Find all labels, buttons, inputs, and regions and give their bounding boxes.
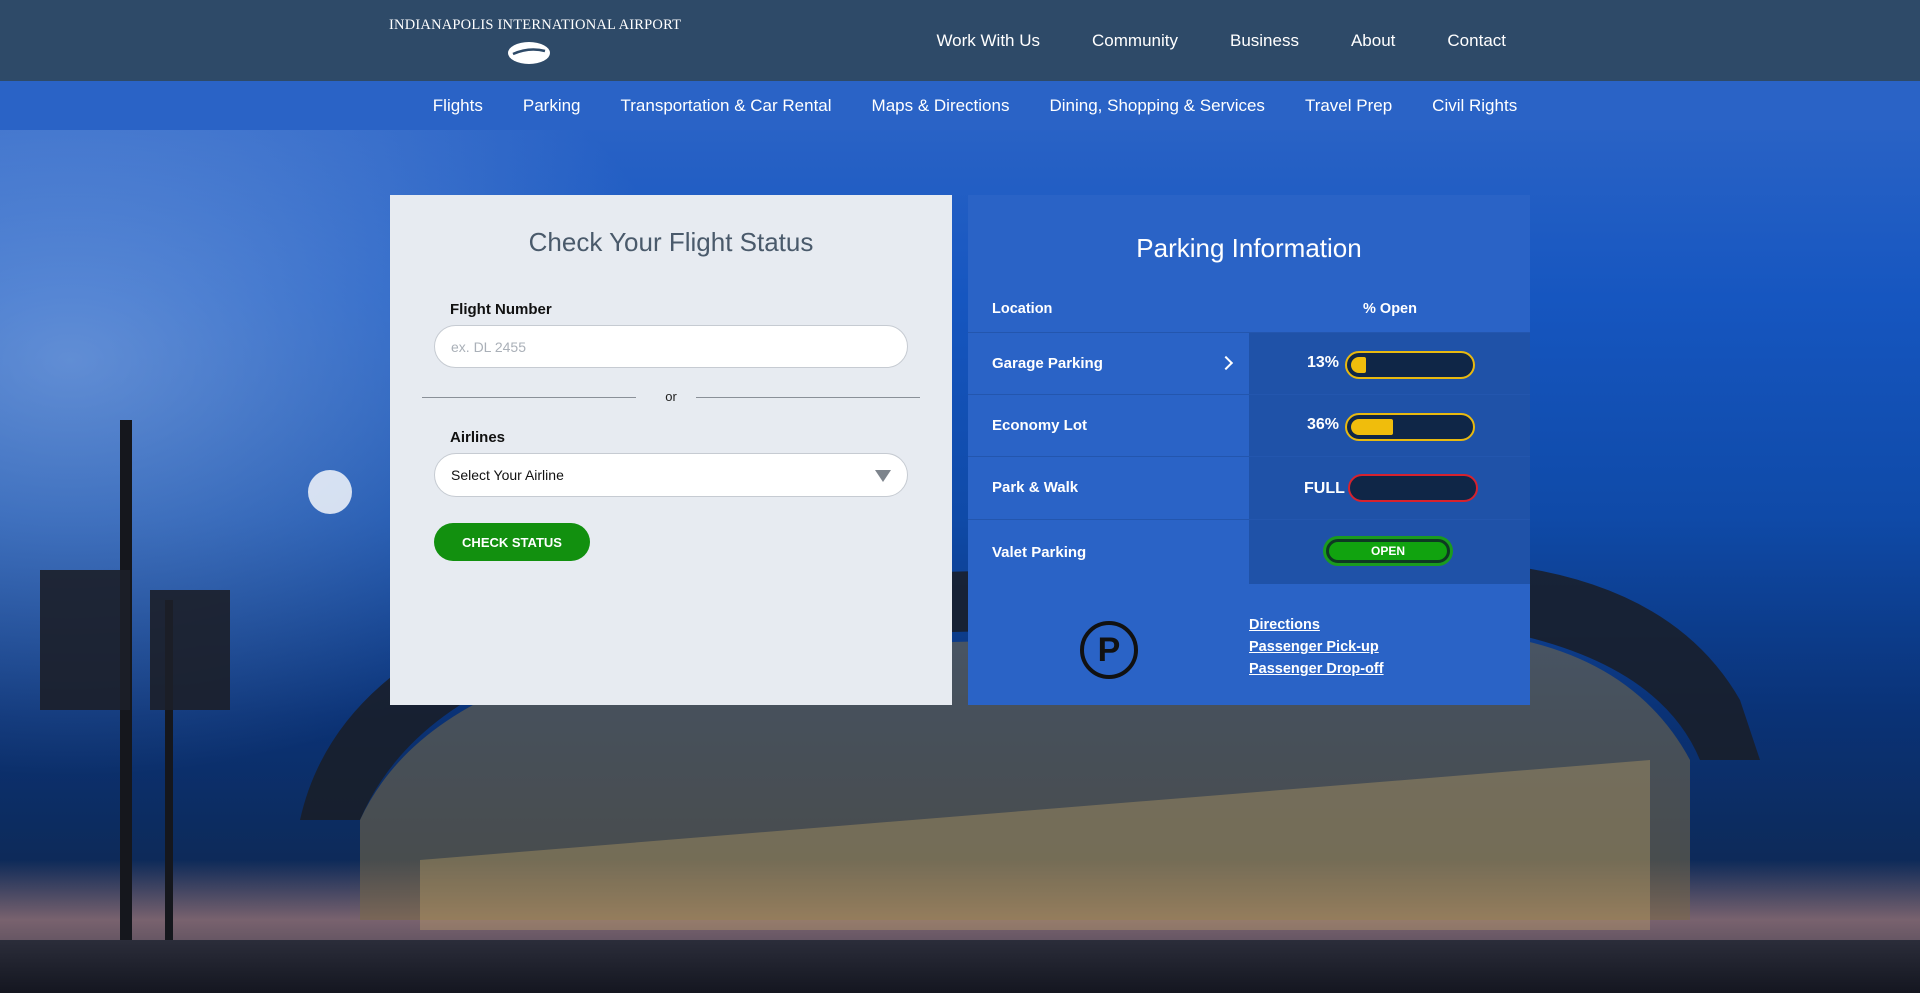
chevron-right-icon	[1218, 355, 1234, 371]
parking-location-name: Park & Walk	[992, 479, 1079, 496]
parking-status-cell: OPEN	[1249, 520, 1530, 584]
caret-down-icon	[875, 470, 891, 482]
parking-location-name: Economy Lot	[992, 417, 1088, 434]
parking-row-valet[interactable]: Valet Parking OPEN	[968, 519, 1530, 584]
airplane-ellipse-icon	[508, 42, 550, 64]
flight-status-panel: Check Your Flight Status Flight Number o…	[390, 195, 952, 705]
nav-dining-shopping[interactable]: Dining, Shopping & Services	[1049, 96, 1264, 116]
open-status-text: OPEN	[1329, 542, 1447, 560]
nav-civil-rights[interactable]: Civil Rights	[1432, 96, 1517, 116]
hero-background	[0, 0, 1920, 993]
parking-status-cell: 36%	[1249, 395, 1530, 456]
nav-flights[interactable]: Flights	[433, 96, 483, 116]
or-divider-right	[696, 397, 920, 398]
parking-row-park-walk[interactable]: Park & Walk FULL	[968, 456, 1530, 519]
airport-logo[interactable]: INDIANAPOLIS INTERNATIONAL AIRPORT	[389, 17, 682, 67]
nav-parking[interactable]: Parking	[523, 96, 581, 116]
main-nav: Flights Parking Transportation & Car Ren…	[0, 81, 1920, 130]
parking-row-economy[interactable]: Economy Lot 36%	[968, 394, 1530, 456]
parking-percent: 13%	[1307, 354, 1340, 371]
nav-maps-directions[interactable]: Maps & Directions	[872, 96, 1010, 116]
nav-transportation[interactable]: Transportation & Car Rental	[621, 96, 832, 116]
parking-percent: 36%	[1307, 416, 1340, 433]
airline-selected-value: Select Your Airline	[451, 467, 564, 483]
nav-about[interactable]: About	[1351, 31, 1395, 51]
open-status-pill: OPEN	[1323, 536, 1453, 566]
nav-travel-prep[interactable]: Travel Prep	[1305, 96, 1392, 116]
passenger-pickup-link[interactable]: Passenger Pick-up	[1249, 639, 1384, 655]
parking-location-name: Valet Parking	[992, 544, 1087, 561]
capacity-fill	[1351, 357, 1366, 373]
parking-circle-icon: P	[1080, 621, 1138, 679]
parking-links: Directions Passenger Pick-up Passenger D…	[1249, 617, 1384, 683]
parking-full-text: FULL	[1304, 480, 1345, 497]
nav-community[interactable]: Community	[1092, 31, 1178, 51]
parking-status-cell: 13%	[1249, 333, 1530, 394]
parking-title: Parking Information	[1136, 233, 1362, 263]
parking-status-cell: FULL	[1249, 457, 1530, 519]
flight-number-input[interactable]	[434, 325, 908, 368]
site-header: INDIANAPOLIS INTERNATIONAL AIRPORT Work …	[0, 0, 1920, 81]
flight-status-title: Check Your Flight Status	[528, 227, 814, 257]
airlines-label: Airlines	[450, 429, 506, 446]
capacity-bar	[1345, 351, 1475, 379]
nav-business[interactable]: Business	[1230, 31, 1299, 51]
capacity-bar-full	[1348, 474, 1478, 502]
logo-text: INDIANAPOLIS INTERNATIONAL AIRPORT	[389, 17, 682, 33]
airline-select[interactable]: Select Your Airline	[434, 453, 908, 497]
column-header-open: % Open	[1363, 301, 1417, 317]
column-header-location: Location	[992, 301, 1053, 317]
parking-location-name: Garage Parking	[992, 355, 1103, 372]
utility-nav: Work With Us Community Business About Co…	[884, 0, 1506, 81]
capacity-bar	[1345, 413, 1475, 441]
directions-link[interactable]: Directions	[1249, 617, 1384, 633]
terminal-silhouette	[40, 420, 1760, 940]
flight-number-label: Flight Number	[450, 301, 552, 318]
passenger-dropoff-link[interactable]: Passenger Drop-off	[1249, 661, 1384, 677]
nav-work-with-us[interactable]: Work With Us	[936, 31, 1040, 51]
parking-row-garage[interactable]: Garage Parking 13%	[968, 332, 1530, 394]
nav-contact[interactable]: Contact	[1447, 31, 1506, 51]
parking-info-panel: Parking Information Location % Open Gara…	[968, 195, 1530, 705]
check-status-button[interactable]: CHECK STATUS	[434, 523, 590, 561]
capacity-fill	[1351, 419, 1393, 435]
